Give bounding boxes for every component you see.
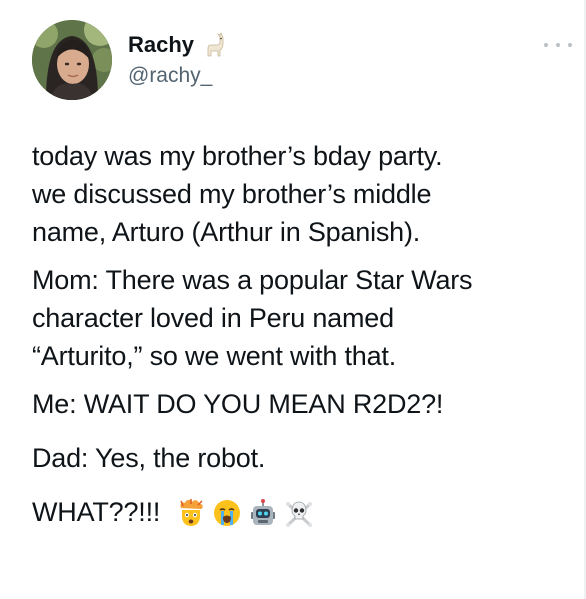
display-name-text: Rachy [128, 32, 195, 57]
more-dot-icon [556, 43, 560, 47]
tweet-line: name, Arturo (Arthur in Spanish). [32, 217, 421, 247]
tweet-line: today was my brother’s bday party. [32, 141, 443, 171]
loudly-crying-face-emoji-icon [212, 498, 242, 528]
tweet-line: Dad: Yes, the robot. [32, 443, 266, 473]
tweet-line: “Arturito,” so we went with that. [32, 341, 397, 371]
tweet-paragraph: today was my brother’s bday party. we di… [32, 137, 580, 251]
more-dot-icon [544, 43, 548, 47]
emoji-row [176, 498, 314, 528]
tweet-line: Mom: There was a popular Star Wars [32, 265, 473, 295]
skull-and-crossbones-emoji-icon [284, 498, 314, 528]
tweet-paragraph: Dad: Yes, the robot. [32, 439, 580, 477]
tweet-paragraph: Mom: There was a popular Star Wars chara… [32, 261, 580, 375]
tweet-text: today was my brother’s bday party. we di… [32, 137, 580, 531]
tweet-line: character loved in Peru named [32, 303, 394, 333]
tweet-card: Rachy @rachy_ today was my brother’s bda… [0, 0, 586, 599]
more-dot-icon [568, 43, 572, 47]
avatar[interactable] [32, 20, 112, 100]
tweet-line: Me: WAIT DO YOU MEAN R2D2?! [32, 389, 444, 419]
llama-emoji-icon [200, 32, 226, 58]
avatar-photo [32, 20, 112, 100]
more-options-button[interactable] [544, 38, 572, 52]
user-handle[interactable]: @rachy_ [128, 63, 212, 89]
exploding-head-emoji-icon [176, 498, 206, 528]
tweet-line: we discussed my brother’s middle [32, 179, 432, 209]
display-name[interactable]: Rachy [128, 32, 226, 58]
tweet-line: WHAT??!!! [32, 497, 161, 527]
tweet-paragraph: WHAT??!!! [32, 493, 580, 531]
tweet-paragraph: Me: WAIT DO YOU MEAN R2D2?! [32, 385, 580, 423]
robot-face-emoji-icon [248, 498, 278, 528]
